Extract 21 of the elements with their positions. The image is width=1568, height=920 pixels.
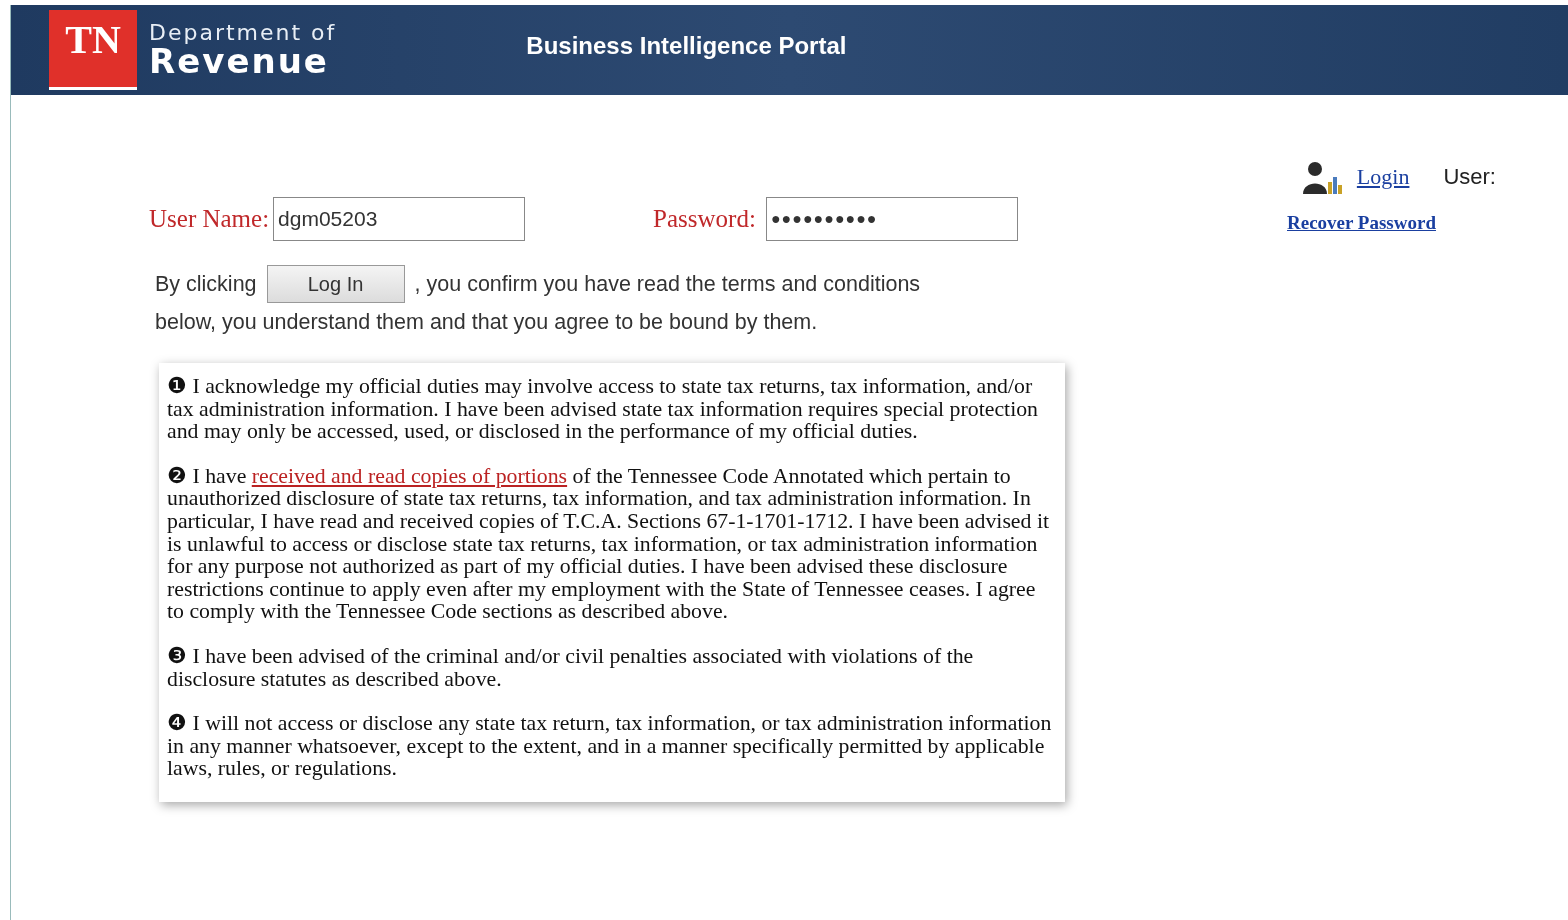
log-in-button[interactable]: Log In [266,265,405,303]
username-label: User Name: [149,205,270,233]
consent-text: , you confirm you have read the terms and conditions [414,271,921,298]
user-label: User: [1443,164,1496,190]
username-field[interactable]: dgm05203 [273,197,526,241]
recover-password-link[interactable]: Recover Password [1287,212,1436,234]
terms-paragraph: ❶ I acknowledge my official duties may involve access to state tax returns, tax information, and/or tax administration information. I have been advised state tax information requires special protection and may only be accessed, used, or disclosed in the performance of my official duties. [167,375,1039,443]
consent-text: below, you understand them and that you agree to be bound by them. [155,309,818,336]
terms-paragraph: ❸ I have been advised of the criminal and/or civil penalties associated with violations of the disclosure statutes as described above. [167,644,975,691]
logo-mark: TN [49,10,137,90]
user-chart-icon [1300,160,1343,194]
consent-text: By clicking [155,271,257,298]
terms-link[interactable]: received and read copies of portions [251,463,568,488]
logo-text: Revenue [149,44,330,78]
password-label: Password: [653,205,756,233]
login-link[interactable]: Login [1356,164,1410,190]
terms-paragraph: ❹ I will not access or disclose any state tax return, tax information, or tax administration information in any manner whatsoever, except to the extent, and in a manner specifically permitted by applicable laws, rules, or regulations. [167,712,1053,780]
terms-paragraph: ❷ I have received and read copies of portions of the Tennessee Code Annotated which pertain to unauthorized disclosure of state tax returns, tax information, and tax administration information. In particular, I have read and received copies of T.C.A. Sections 67-1-1701-1712. I have been advised it is unlawful to access or disclose state tax returns, tax information, or tax administration information for any purpose not authorized as part of my official duties. I have been advised these disclosure restrictions continue to apply even after my employment with the State of Tennessee ceases. I agree to comply with the Tennessee Code sections as described above. [167,464,1050,623]
logo-text: Department of [149,22,337,44]
password-field[interactable]: ●●●●●●●●●● [765,197,1018,241]
portal-title: Business Intelligence Portal [526,32,847,60]
